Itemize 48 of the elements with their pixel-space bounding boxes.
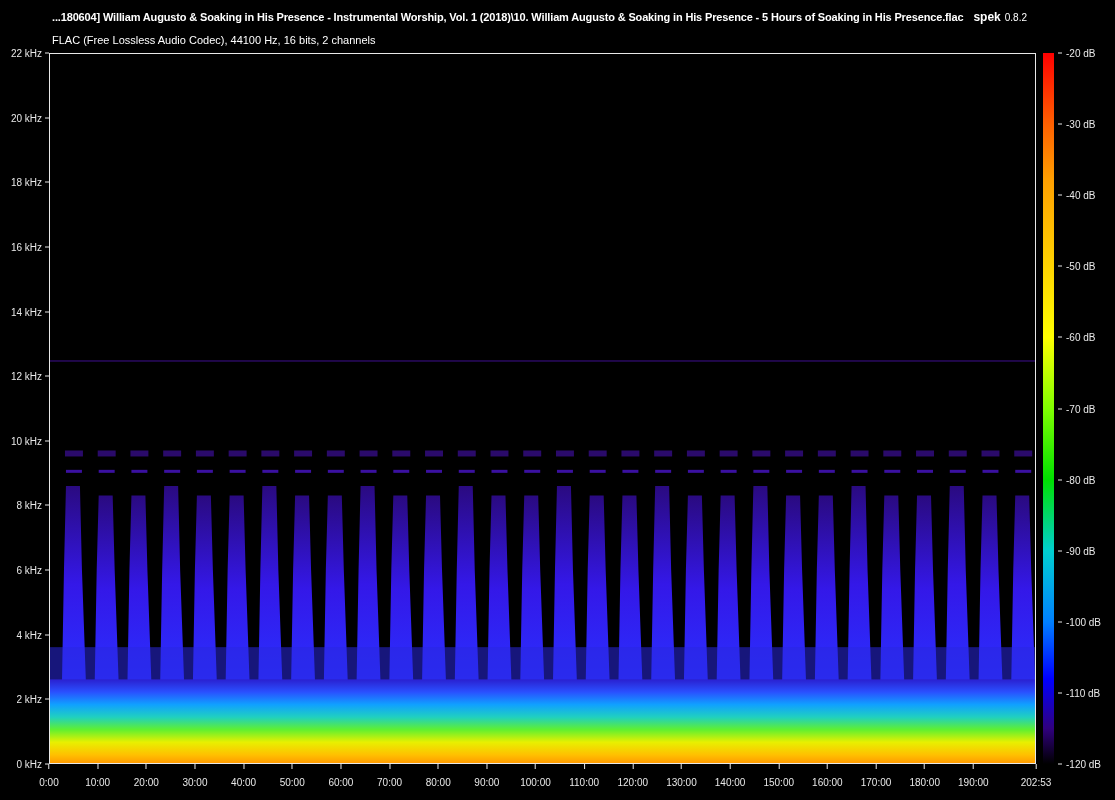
frequency-label: 14 kHz — [10, 305, 42, 320]
frequency-label: 16 kHz — [10, 240, 42, 255]
frequency-label: 6 kHz — [16, 563, 42, 578]
frequency-label: 22 kHz — [10, 46, 42, 61]
frequency-label: 2 kHz — [16, 692, 42, 707]
file-info: FLAC (Free Lossless Audio Codec), 44100 Hz, 16 bits, 2 channels — [52, 33, 377, 48]
decibel-label: -40 dB — [1066, 188, 1096, 203]
time-label: 190:00 — [958, 776, 989, 790]
app-name: spek — [973, 9, 1001, 26]
decibel-label: -90 dB — [1066, 544, 1096, 559]
time-label: 180:00 — [909, 776, 940, 790]
time-label: 90:00 — [474, 776, 500, 790]
frequency-label: 12 kHz — [10, 369, 42, 384]
frequency-label: 0 kHz — [16, 757, 42, 772]
decibel-label: -50 dB — [1066, 259, 1096, 274]
time-label: 50:00 — [279, 776, 305, 790]
time-label: 30:00 — [182, 776, 208, 790]
decibel-label: -60 dB — [1066, 330, 1096, 345]
time-label: 70:00 — [377, 776, 403, 790]
time-label: 0:00 — [39, 776, 59, 790]
time-label: 80:00 — [425, 776, 451, 790]
frequency-label: 20 kHz — [10, 111, 42, 126]
time-label: 60:00 — [328, 776, 354, 790]
time-label: 170:00 — [860, 776, 892, 790]
decibel-label: -30 dB — [1066, 117, 1096, 132]
frequency-label: 4 kHz — [16, 628, 42, 643]
time-label: 120:00 — [617, 776, 649, 790]
decibel-label: -110 dB — [1066, 686, 1101, 701]
time-label: 140:00 — [714, 776, 746, 790]
time-label: 10:00 — [85, 776, 111, 790]
frequency-label: 8 kHz — [16, 498, 42, 513]
time-label: 202:53 — [1020, 776, 1052, 790]
time-label: 110:00 — [569, 776, 600, 790]
decibel-label: -80 dB — [1066, 473, 1096, 488]
time-label: 160:00 — [812, 776, 843, 790]
decibel-label: -120 dB — [1066, 757, 1102, 772]
time-label: 40:00 — [231, 776, 257, 790]
frequency-label: 10 kHz — [10, 434, 42, 449]
decibel-label: -100 dB — [1066, 615, 1102, 630]
frequency-label: 18 kHz — [10, 175, 42, 190]
time-label: 100:00 — [520, 776, 551, 790]
decibel-label: -20 dB — [1066, 46, 1096, 61]
time-label: 20:00 — [133, 776, 159, 790]
app-version: 0.8.2 — [1004, 11, 1028, 25]
decibel-label: -70 dB — [1066, 402, 1096, 416]
time-label: 150:00 — [763, 776, 795, 790]
file-title: ...180604] William Augusto & Soaking in His Presence - Instrumental Worship, Vol. 1 (2018)\10. William Augusto & Soaking in His Presence - 5 Hours of Soaking in His Presence.flac — [52, 10, 964, 25]
time-label: 130:00 — [666, 776, 697, 790]
